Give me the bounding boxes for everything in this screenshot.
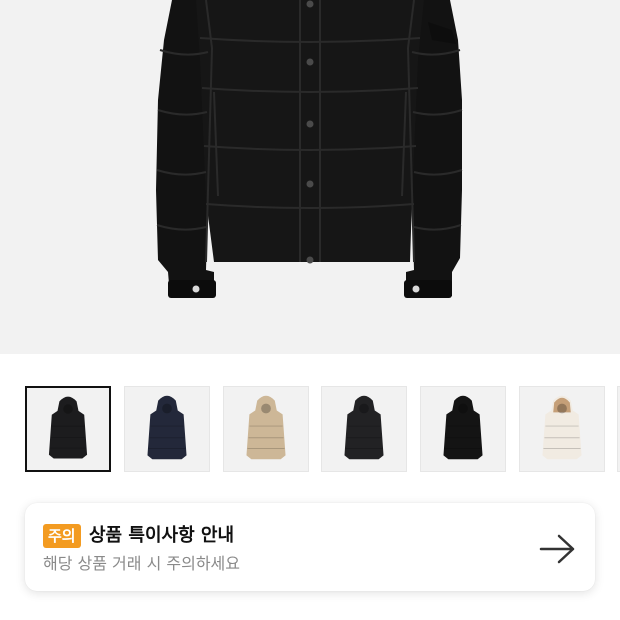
jacket-icon [48, 396, 88, 459]
jacket-icon [542, 395, 582, 460]
black-jacket-thumbnail[interactable] [25, 386, 111, 472]
navy-jacket-thumbnail[interactable] [124, 386, 210, 472]
product-notice-card[interactable]: 주의 상품 특이사항 안내 해당 상품 거래 시 주의하세요 [25, 503, 595, 591]
notice-title: 상품 특이사항 안내 [89, 525, 235, 546]
jacket-icon [344, 395, 384, 460]
jacket-icon [147, 395, 187, 460]
black-jacket-thumbnail-3[interactable] [420, 386, 506, 472]
product-main-image [0, 0, 620, 354]
jacket-icon [443, 395, 483, 460]
beige-jacket-thumbnail[interactable] [223, 386, 309, 472]
puffer-jacket-image [156, 0, 463, 298]
arrow-right-icon[interactable] [539, 533, 577, 565]
white-jacket-thumbnail[interactable] [519, 386, 605, 472]
caution-badge: 주의 [43, 524, 81, 548]
thumbnail-strip [0, 386, 620, 474]
black-jacket-thumbnail-2[interactable] [321, 386, 407, 472]
notice-subtitle: 해당 상품 거래 시 주의하세요 [43, 554, 240, 573]
jacket-icon [246, 395, 286, 460]
